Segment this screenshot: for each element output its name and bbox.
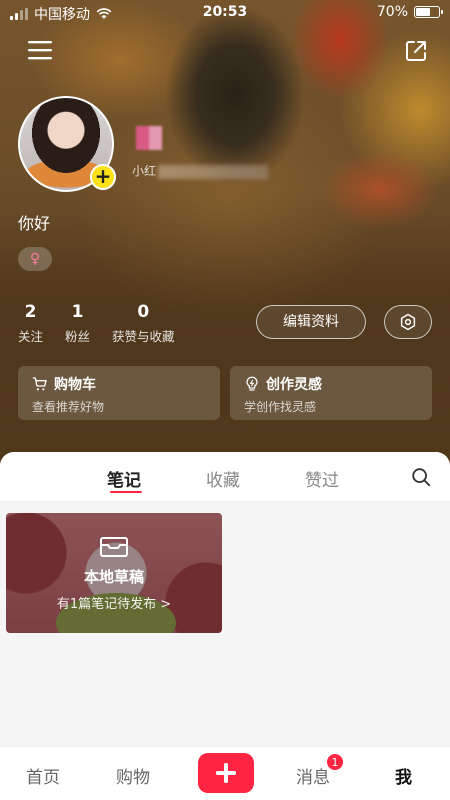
tab-liked[interactable]: 赞过 — [305, 466, 339, 491]
draft-box-icon — [100, 537, 128, 557]
stat-num: 2 — [24, 302, 37, 322]
search-button[interactable] — [410, 466, 432, 492]
username-blurred — [136, 126, 162, 150]
share-button[interactable] — [404, 39, 428, 67]
stat-followers[interactable]: 1 粉丝 — [65, 302, 90, 345]
active-tab-indicator — [110, 491, 142, 493]
card-subtitle: 查看推荐好物 — [32, 400, 105, 414]
stat-num: 0 — [137, 302, 150, 322]
bio-text: 你好 — [18, 214, 51, 233]
share-export-icon — [406, 41, 426, 61]
stat-likes-collections[interactable]: 0 获赞与收藏 — [112, 302, 175, 345]
messages-badge: 1 — [326, 753, 344, 771]
stat-label: 获赞与收藏 — [112, 329, 175, 344]
battery-percent: 70% — [376, 4, 408, 20]
draft-subtitle: 有1篇笔记待发布 > — [56, 597, 172, 612]
draft-title: 本地草稿 — [83, 568, 144, 586]
search-icon — [412, 468, 431, 487]
status-bar: 中国移动 20:53 70% — [0, 0, 450, 24]
inspiration-card[interactable]: 创作灵感 学创作找灵感 — [230, 366, 432, 420]
plus-icon — [216, 763, 236, 783]
avatar-container[interactable]: + — [18, 96, 116, 192]
stat-label: 关注 — [18, 329, 44, 344]
card-subtitle: 学创作找灵感 — [244, 400, 317, 414]
shopping-cart-card[interactable]: 购物车 查看推荐好物 — [18, 366, 220, 420]
user-id: 小红 — [132, 162, 269, 179]
tab-collections[interactable]: 收藏 — [206, 466, 240, 491]
gender-female-icon: ♀ — [18, 247, 52, 271]
bottom-navigation: 首页 购物 消息 1 我 — [0, 746, 450, 800]
nav-shop[interactable]: 购物 — [116, 763, 150, 788]
card-title: 创作灵感 — [266, 377, 322, 393]
content-sheet: 笔记 收藏 赞过 本地草稿 有1篇笔记待发布 > — [0, 452, 450, 746]
stat-following[interactable]: 2 关注 — [18, 302, 43, 345]
lightbulb-icon — [246, 376, 258, 391]
menu-button[interactable] — [28, 40, 52, 64]
user-id-blurred — [158, 164, 269, 179]
hamburger-menu-icon — [28, 41, 52, 60]
nav-messages[interactable]: 消息 — [296, 763, 330, 788]
avatar-add-icon[interactable]: + — [90, 164, 116, 190]
user-id-prefix: 小红 — [132, 164, 157, 178]
profile-stats: 2 关注 1 粉丝 0 获赞与收藏 — [18, 302, 175, 345]
stat-label: 粉丝 — [65, 329, 91, 344]
battery-fill — [416, 8, 430, 16]
battery-icon — [414, 6, 443, 18]
edit-profile-button[interactable]: 编辑资料 — [256, 305, 366, 339]
tab-notes[interactable]: 笔记 — [107, 466, 141, 491]
cart-icon — [32, 377, 47, 391]
stat-num: 1 — [71, 302, 84, 322]
card-title: 购物车 — [54, 377, 96, 393]
settings-button[interactable] — [384, 305, 432, 339]
nav-me[interactable]: 我 — [395, 763, 412, 788]
settings-icon — [400, 313, 416, 331]
create-post-button[interactable] — [198, 753, 254, 793]
local-drafts-card[interactable]: 本地草稿 有1篇笔记待发布 > — [6, 513, 222, 633]
nav-home[interactable]: 首页 — [26, 763, 60, 788]
tab-bar: 笔记 收藏 赞过 — [0, 452, 450, 502]
